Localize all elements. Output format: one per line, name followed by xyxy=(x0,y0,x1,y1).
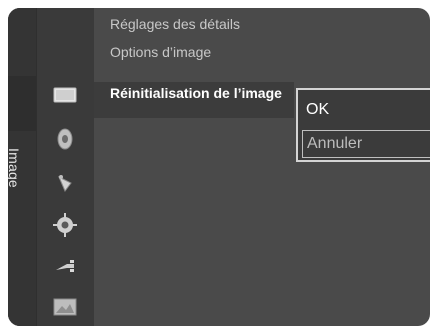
ok-option[interactable]: OK xyxy=(302,96,430,124)
picture-icon[interactable] xyxy=(52,82,78,108)
category-tab-image[interactable]: Image xyxy=(8,76,37,188)
settings-panel: Image Réglages des détails Options d’ima… xyxy=(8,8,430,326)
setup-gear-icon[interactable] xyxy=(52,212,78,238)
sound-icon[interactable] xyxy=(52,126,78,152)
satellite-icon[interactable] xyxy=(52,170,78,196)
input-plug-icon[interactable] xyxy=(52,254,78,280)
reset-confirm-popup: OK Annuler xyxy=(296,88,430,162)
category-icons xyxy=(36,8,94,326)
menu-item-picture-reset[interactable]: Réinitialisation de l’image xyxy=(110,85,282,101)
category-tab-label: Image xyxy=(8,148,22,188)
menu-item-detail-settings[interactable]: Réglages des détails xyxy=(110,16,240,32)
cancel-option[interactable]: Annuler xyxy=(302,130,430,158)
submenu-list: Réglages des détails Options d’image Réi… xyxy=(94,8,430,326)
category-sidebar: Image xyxy=(8,8,94,326)
menu-item-picture-options[interactable]: Options d’image xyxy=(110,44,211,60)
application-icon[interactable] xyxy=(52,294,78,320)
